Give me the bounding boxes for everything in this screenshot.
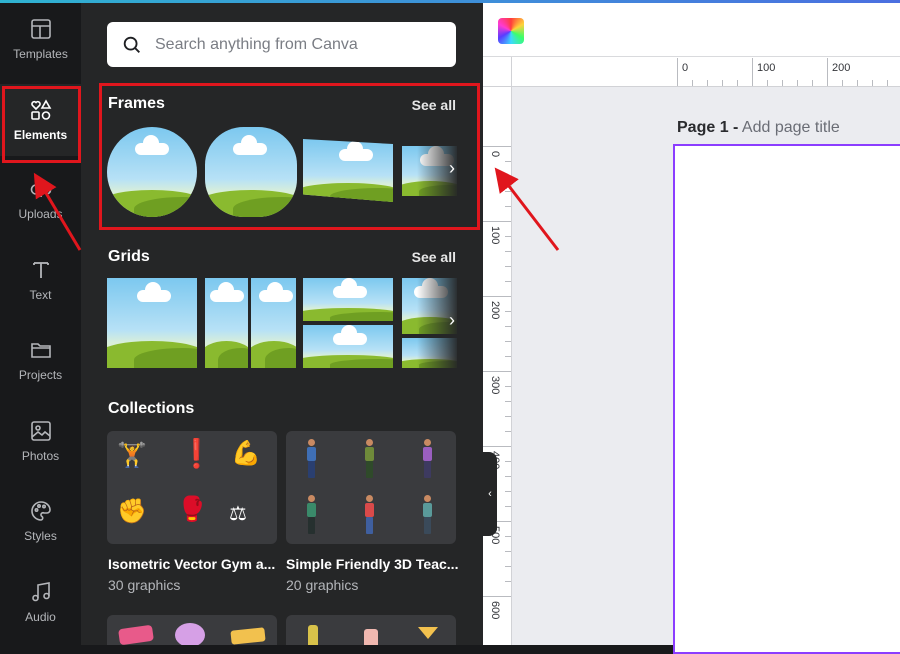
rail-label: Styles [24, 529, 57, 543]
rail-item-projects[interactable]: Projects [0, 324, 81, 396]
figure-icon [364, 495, 374, 535]
folder-icon [30, 343, 51, 358]
collections-heading: Collections [108, 400, 195, 417]
figure-icon [364, 439, 374, 479]
ruler-label: 200 [489, 301, 501, 320]
search-bar[interactable] [107, 22, 456, 67]
text-icon [32, 262, 49, 278]
rail-item-photos[interactable]: Photos [0, 405, 81, 477]
ruler-corner [483, 57, 512, 87]
rail-label: Photos [21, 449, 60, 463]
search-input[interactable] [155, 35, 445, 54]
rail-item-uploads[interactable]: Uploads [0, 163, 81, 235]
ruler-label: 0 [489, 151, 501, 158]
boxing-glove-icon: 🥊 [177, 496, 207, 523]
collection-count: 20 graphics [286, 577, 359, 593]
vertical-ruler: 0 100 200 300 400 500 600 [483, 57, 512, 645]
rail-item-audio[interactable]: Audio [0, 566, 81, 638]
search-icon [123, 36, 140, 53]
collection-count: 30 graphics [108, 577, 181, 593]
collection-card-gym[interactable]: 🏋 ❗ 💪 ✊ 🥊 ⚖ [107, 431, 277, 544]
ruler-label: 100 [757, 62, 776, 74]
rail-item-templates[interactable]: Templates [0, 3, 81, 75]
dumbbell-icon: 🏋 [117, 442, 147, 469]
figure-icon [422, 495, 432, 535]
page-title-input[interactable]: Add page title [742, 119, 840, 136]
grids-see-all-link[interactable]: See all [412, 249, 456, 265]
music-icon [31, 582, 50, 602]
ruler-label: 300 [489, 376, 501, 395]
rail-label: Projects [18, 368, 63, 382]
collection-title[interactable]: Simple Friendly 3D Teac... [286, 556, 458, 572]
editor-canvas-area: 0 100 200 0 100 200 300 400 500 600 Page… [483, 3, 900, 654]
rail-item-styles[interactable]: Styles [0, 485, 81, 557]
color-picker-button[interactable] [498, 18, 524, 44]
grid-two-row-thumbnail-top[interactable] [303, 278, 393, 321]
ruler-label: 600 [489, 601, 501, 620]
ruler-label: 0 [682, 62, 689, 74]
ruler-label: 200 [832, 62, 851, 74]
photo-icon [30, 421, 51, 441]
rail-label: Uploads [18, 207, 63, 221]
collapse-panel-handle[interactable]: ‹ [483, 452, 497, 536]
collection-card-stickers[interactable] [107, 615, 277, 645]
ruler-label: 100 [489, 226, 501, 245]
muscle-icon: 💪 [231, 440, 261, 467]
rail-label: Audio [25, 610, 56, 624]
upload-icon [30, 181, 51, 197]
collection-title[interactable]: Isometric Vector Gym a... [108, 556, 275, 572]
editor-toolbar [483, 3, 900, 57]
collection-card-drinks[interactable] [286, 615, 456, 645]
page-number: Page 1 - [677, 119, 739, 136]
top-accent-line [0, 0, 900, 3]
design-page[interactable] [673, 144, 900, 654]
barbell-icon: ⚖ [229, 503, 247, 525]
grids-heading: Grids [108, 248, 150, 265]
templates-icon [30, 19, 51, 39]
page-label: Page 1 - Add page title [677, 119, 840, 137]
rail-label: Text [29, 288, 52, 302]
rail-item-text[interactable]: Text [0, 244, 81, 316]
grids-next-icon[interactable]: › [445, 310, 459, 331]
palette-icon [30, 501, 51, 521]
rail-label: Templates [13, 47, 68, 61]
collection-card-3d-teacher[interactable] [286, 431, 456, 544]
horizontal-ruler: 0 100 200 [512, 57, 900, 87]
highlight-frames-section [99, 83, 480, 230]
figure-icon [422, 439, 432, 479]
figure-icon [306, 439, 316, 479]
grid-single-thumbnail[interactable] [107, 278, 197, 368]
highlight-elements-tab [2, 86, 81, 163]
grid-two-row-thumbnail-bottom[interactable] [303, 325, 393, 368]
grid-two-col-thumbnail-right[interactable] [251, 278, 296, 368]
grid-two-col-thumbnail-left[interactable] [205, 278, 248, 368]
exclamation-icon: ❗ [179, 438, 214, 469]
fist-icon: ✊ [117, 498, 147, 525]
chevron-left-icon: ‹ [488, 488, 492, 500]
figure-icon [306, 495, 316, 535]
